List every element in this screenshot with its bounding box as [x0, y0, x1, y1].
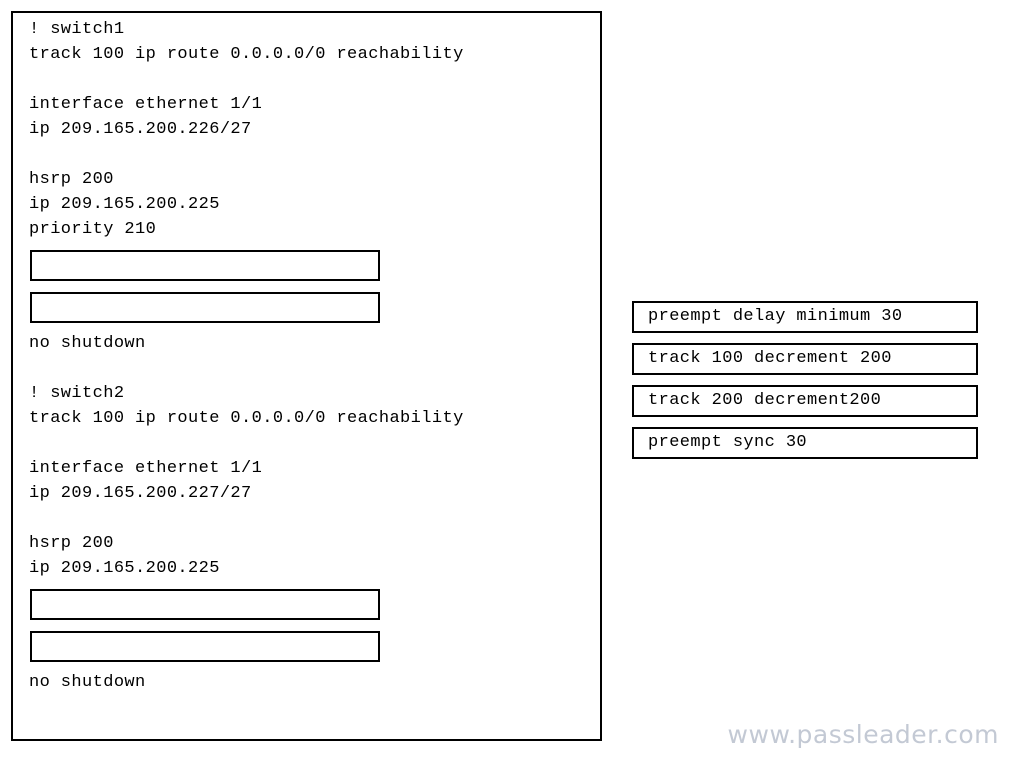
answer-options-list: preempt delay minimum 30 track 100 decre…: [632, 301, 978, 469]
config-line: track 100 ip route 0.0.0.0/0 reachabilit…: [29, 409, 464, 428]
drop-slot[interactable]: [30, 631, 380, 662]
draggable-option-label: track 100 decrement 200: [648, 349, 892, 368]
config-line-blank: [29, 356, 592, 381]
config-line: ip 209.165.200.226/27: [29, 120, 252, 139]
config-block-switch1: ! switch1 track 100 ip route 0.0.0.0/0 r…: [29, 17, 592, 356]
config-line: ip 209.165.200.227/27: [29, 484, 252, 503]
draggable-option-label: track 200 decrement200: [648, 391, 882, 410]
draggable-option-label: preempt sync 30: [648, 433, 808, 452]
config-line: track 100 ip route 0.0.0.0/0 reachabilit…: [29, 45, 464, 64]
config-line-blank: [29, 142, 592, 167]
drop-slot[interactable]: [30, 250, 380, 281]
configuration-panel: ! switch1 track 100 ip route 0.0.0.0/0 r…: [11, 11, 602, 741]
config-line: ip 209.165.200.225: [29, 559, 220, 578]
draggable-option[interactable]: preempt sync 30: [632, 427, 978, 459]
config-line: hsrp 200: [29, 534, 114, 553]
drop-slot-group: [29, 581, 592, 670]
drop-slot[interactable]: [30, 292, 380, 323]
config-line: no shutdown: [29, 673, 146, 692]
draggable-option[interactable]: track 100 decrement 200: [632, 343, 978, 375]
config-line-blank: [29, 431, 592, 456]
configuration-content: ! switch1 track 100 ip route 0.0.0.0/0 r…: [29, 17, 592, 695]
config-line: no shutdown: [29, 334, 146, 353]
watermark: www.passleader.com: [727, 720, 999, 749]
config-line: ! switch1: [29, 20, 125, 39]
config-block-switch2: ! switch2 track 100 ip route 0.0.0.0/0 r…: [29, 356, 592, 695]
config-line: interface ethernet 1/1: [29, 459, 263, 478]
config-line: hsrp 200: [29, 170, 114, 189]
config-line: priority 210: [29, 220, 157, 239]
drop-slot-group: [29, 242, 592, 331]
config-line: ! switch2: [29, 384, 125, 403]
config-line: interface ethernet 1/1: [29, 95, 263, 114]
draggable-option-label: preempt delay minimum 30: [648, 307, 903, 326]
config-line: ip 209.165.200.225: [29, 195, 220, 214]
draggable-option[interactable]: preempt delay minimum 30: [632, 301, 978, 333]
config-line-blank: [29, 506, 592, 531]
draggable-option[interactable]: track 200 decrement200: [632, 385, 978, 417]
config-line-blank: [29, 67, 592, 92]
drop-slot[interactable]: [30, 589, 380, 620]
